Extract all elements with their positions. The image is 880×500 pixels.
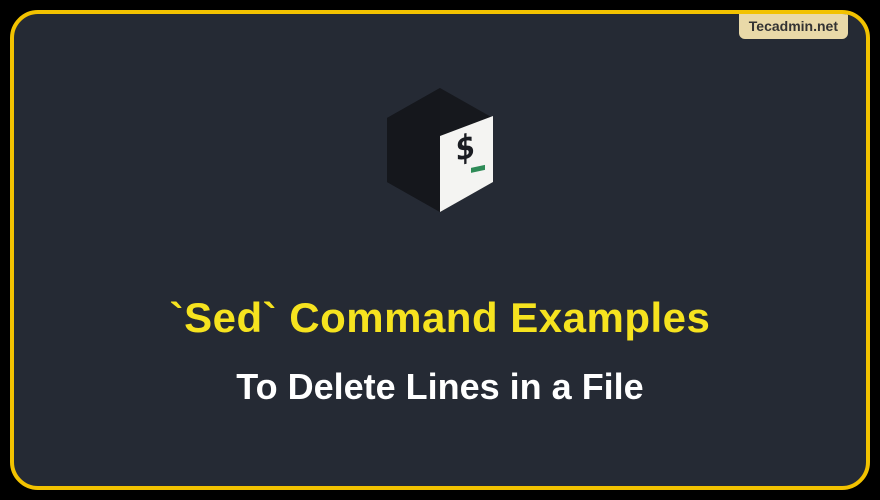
prompt-glyph: $ [455, 126, 475, 170]
terminal-cube-icon: $ [381, 86, 499, 214]
watermark-text: Tecadmin.net [749, 18, 838, 34]
main-heading: `Sed` Command Examples [14, 294, 866, 342]
feature-card: Tecadmin.net $ `Sed` Command Examples To… [10, 10, 870, 490]
sub-heading: To Delete Lines in a File [14, 366, 866, 408]
site-watermark: Tecadmin.net [739, 14, 848, 39]
